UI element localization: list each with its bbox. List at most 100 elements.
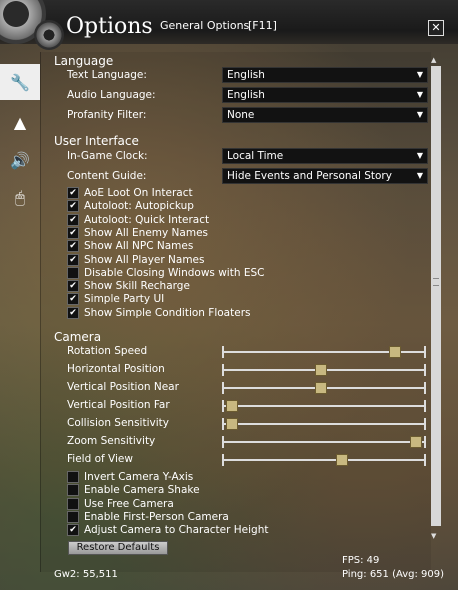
camera-checkbox-row[interactable]: ✔ Adjust Camera to Character Height: [67, 524, 268, 537]
slider-label: Vertical Position Near: [67, 381, 179, 393]
clock-dropdown[interactable]: Local Time ▼: [222, 148, 428, 164]
camera-slider[interactable]: [222, 382, 426, 394]
checkbox-label: Autoloot: Quick Interact: [84, 213, 210, 226]
slider-thumb[interactable]: [315, 382, 328, 394]
slider-end: [222, 346, 224, 358]
checkbox[interactable]: ✔: [67, 306, 79, 319]
sidebar: 🔧 ▲ 🔊 🖱: [0, 64, 40, 224]
slider-thumb[interactable]: [388, 346, 401, 358]
ui-checkbox-row[interactable]: Disable Closing Windows with ESC: [67, 266, 265, 279]
ui-checkbox-row[interactable]: ✔ Show Skill Recharge: [67, 280, 190, 293]
section-user-interface: User Interface: [54, 134, 139, 148]
chevron-down-icon: ▼: [416, 151, 423, 160]
tab-sound[interactable]: 🔊: [0, 142, 40, 178]
tab-controls[interactable]: 🖱: [0, 180, 40, 216]
content-guide-label: Content Guide:: [67, 170, 147, 182]
scroll-up-icon[interactable]: ▲: [431, 56, 436, 64]
camera-slider[interactable]: [222, 364, 426, 376]
build-number: Gw2: 55,511: [54, 569, 118, 580]
wrench-icon: 🔧: [10, 72, 30, 92]
camera-slider[interactable]: [222, 400, 426, 412]
checkbox[interactable]: ✔: [67, 226, 79, 239]
ui-checkbox-row[interactable]: ✔ Show All NPC Names: [67, 240, 193, 253]
slider-end: [222, 418, 224, 430]
camera-slider[interactable]: [222, 436, 426, 448]
speaker-icon: 🔊: [10, 150, 30, 170]
camera-slider[interactable]: [222, 418, 426, 430]
restore-defaults-button[interactable]: Restore Defaults: [68, 541, 168, 555]
ui-checkbox-row[interactable]: ✔ Simple Party UI: [67, 293, 165, 306]
chevron-down-icon: ▼: [416, 171, 423, 180]
checkbox[interactable]: [67, 266, 79, 279]
checkbox[interactable]: ✔: [67, 280, 79, 293]
tab-graphics[interactable]: ▲: [0, 104, 40, 140]
checkbox[interactable]: [67, 497, 79, 510]
camera-checkbox-row[interactable]: Enable First-Person Camera: [67, 510, 229, 523]
mouse-icon: 🖱: [15, 188, 25, 207]
slider-end: [222, 454, 224, 466]
checkbox-label: AoE Loot On Interact: [84, 187, 193, 199]
close-button[interactable]: ✕: [428, 20, 444, 36]
checkbox[interactable]: ✔: [67, 213, 79, 226]
scrollbar-thumb[interactable]: [431, 66, 441, 526]
slider-label: Horizontal Position: [67, 363, 165, 375]
checkbox[interactable]: [67, 484, 79, 497]
ui-checkbox-row[interactable]: ✔ Show All Enemy Names: [67, 226, 209, 239]
slider-end: [424, 454, 426, 466]
hotkey-label: [F11]: [248, 19, 277, 32]
checkbox[interactable]: ✔: [67, 524, 79, 537]
checkbox[interactable]: ✔: [67, 253, 79, 266]
camera-slider[interactable]: [222, 346, 426, 358]
chevron-down-icon: ▼: [416, 70, 423, 79]
scroll-down-icon[interactable]: ▼: [431, 532, 436, 540]
checkbox[interactable]: [67, 471, 79, 483]
scroll-grip-icon: [433, 278, 439, 286]
slider-track: [222, 405, 426, 407]
audio-language-dropdown[interactable]: English ▼: [222, 87, 428, 103]
profanity-filter-label: Profanity Filter:: [67, 109, 147, 121]
slider-label: Field of View: [67, 453, 133, 465]
text-language-dropdown[interactable]: English ▼: [222, 67, 428, 83]
section-language: Language: [54, 54, 114, 68]
checkbox-label: Show Simple Condition Floaters: [84, 306, 251, 319]
camera-slider[interactable]: [222, 454, 426, 466]
slider-end: [222, 400, 224, 412]
slider-thumb[interactable]: [225, 400, 238, 412]
slider-end: [424, 364, 426, 376]
checkbox[interactable]: ✔: [67, 240, 79, 253]
checkbox[interactable]: ✔: [67, 200, 79, 213]
slider-end: [424, 436, 426, 448]
checkbox-label: Disable Closing Windows with ESC: [84, 266, 265, 279]
window-title: Options: [66, 14, 153, 39]
profanity-filter-dropdown[interactable]: None ▼: [222, 107, 428, 123]
slider-thumb[interactable]: [315, 364, 328, 376]
camera-checkbox-row[interactable]: Use Free Camera: [67, 497, 174, 510]
scrollbar[interactable]: ▲ ▼: [431, 56, 441, 540]
slider-thumb[interactable]: [410, 436, 423, 448]
slider-thumb[interactable]: [336, 454, 349, 466]
slider-end: [222, 436, 224, 448]
checkbox-label: Show All Player Names: [84, 253, 205, 266]
tab-general[interactable]: 🔧: [0, 64, 40, 100]
ui-checkbox-row[interactable]: ✔ Show Simple Condition Floaters: [67, 306, 251, 319]
ui-checkbox-row[interactable]: ✔ Show All Player Names: [67, 253, 205, 266]
slider-label: Collision Sensitivity: [67, 417, 169, 429]
slider-label: Vertical Position Far: [67, 399, 170, 411]
checkbox[interactable]: ✔: [67, 293, 79, 306]
checkbox[interactable]: ✔: [67, 187, 79, 199]
checkbox[interactable]: [67, 510, 79, 523]
camera-checkbox-row[interactable]: Enable Camera Shake: [67, 484, 200, 497]
checkbox-label: Use Free Camera: [84, 497, 174, 510]
content-guide-dropdown[interactable]: Hide Events and Personal Story ▼: [222, 168, 428, 184]
checkbox-label: Show All Enemy Names: [84, 226, 209, 239]
checkbox-label: Enable Camera Shake: [84, 484, 200, 497]
section-camera: Camera: [54, 330, 102, 344]
ui-checkbox-row[interactable]: ✔ Autoloot: Autopickup: [67, 200, 194, 213]
camera-checkbox-row[interactable]: Invert Camera Y-Axis: [67, 471, 193, 483]
ui-checkbox-row[interactable]: ✔ Autoloot: Quick Interact: [67, 213, 210, 226]
slider-thumb[interactable]: [225, 418, 238, 430]
window-subtitle: General Options: [160, 19, 250, 32]
checkbox-label: Simple Party UI: [84, 293, 165, 306]
ui-checkbox-row[interactable]: ✔ AoE Loot On Interact: [67, 187, 193, 199]
slider-end: [222, 364, 224, 376]
